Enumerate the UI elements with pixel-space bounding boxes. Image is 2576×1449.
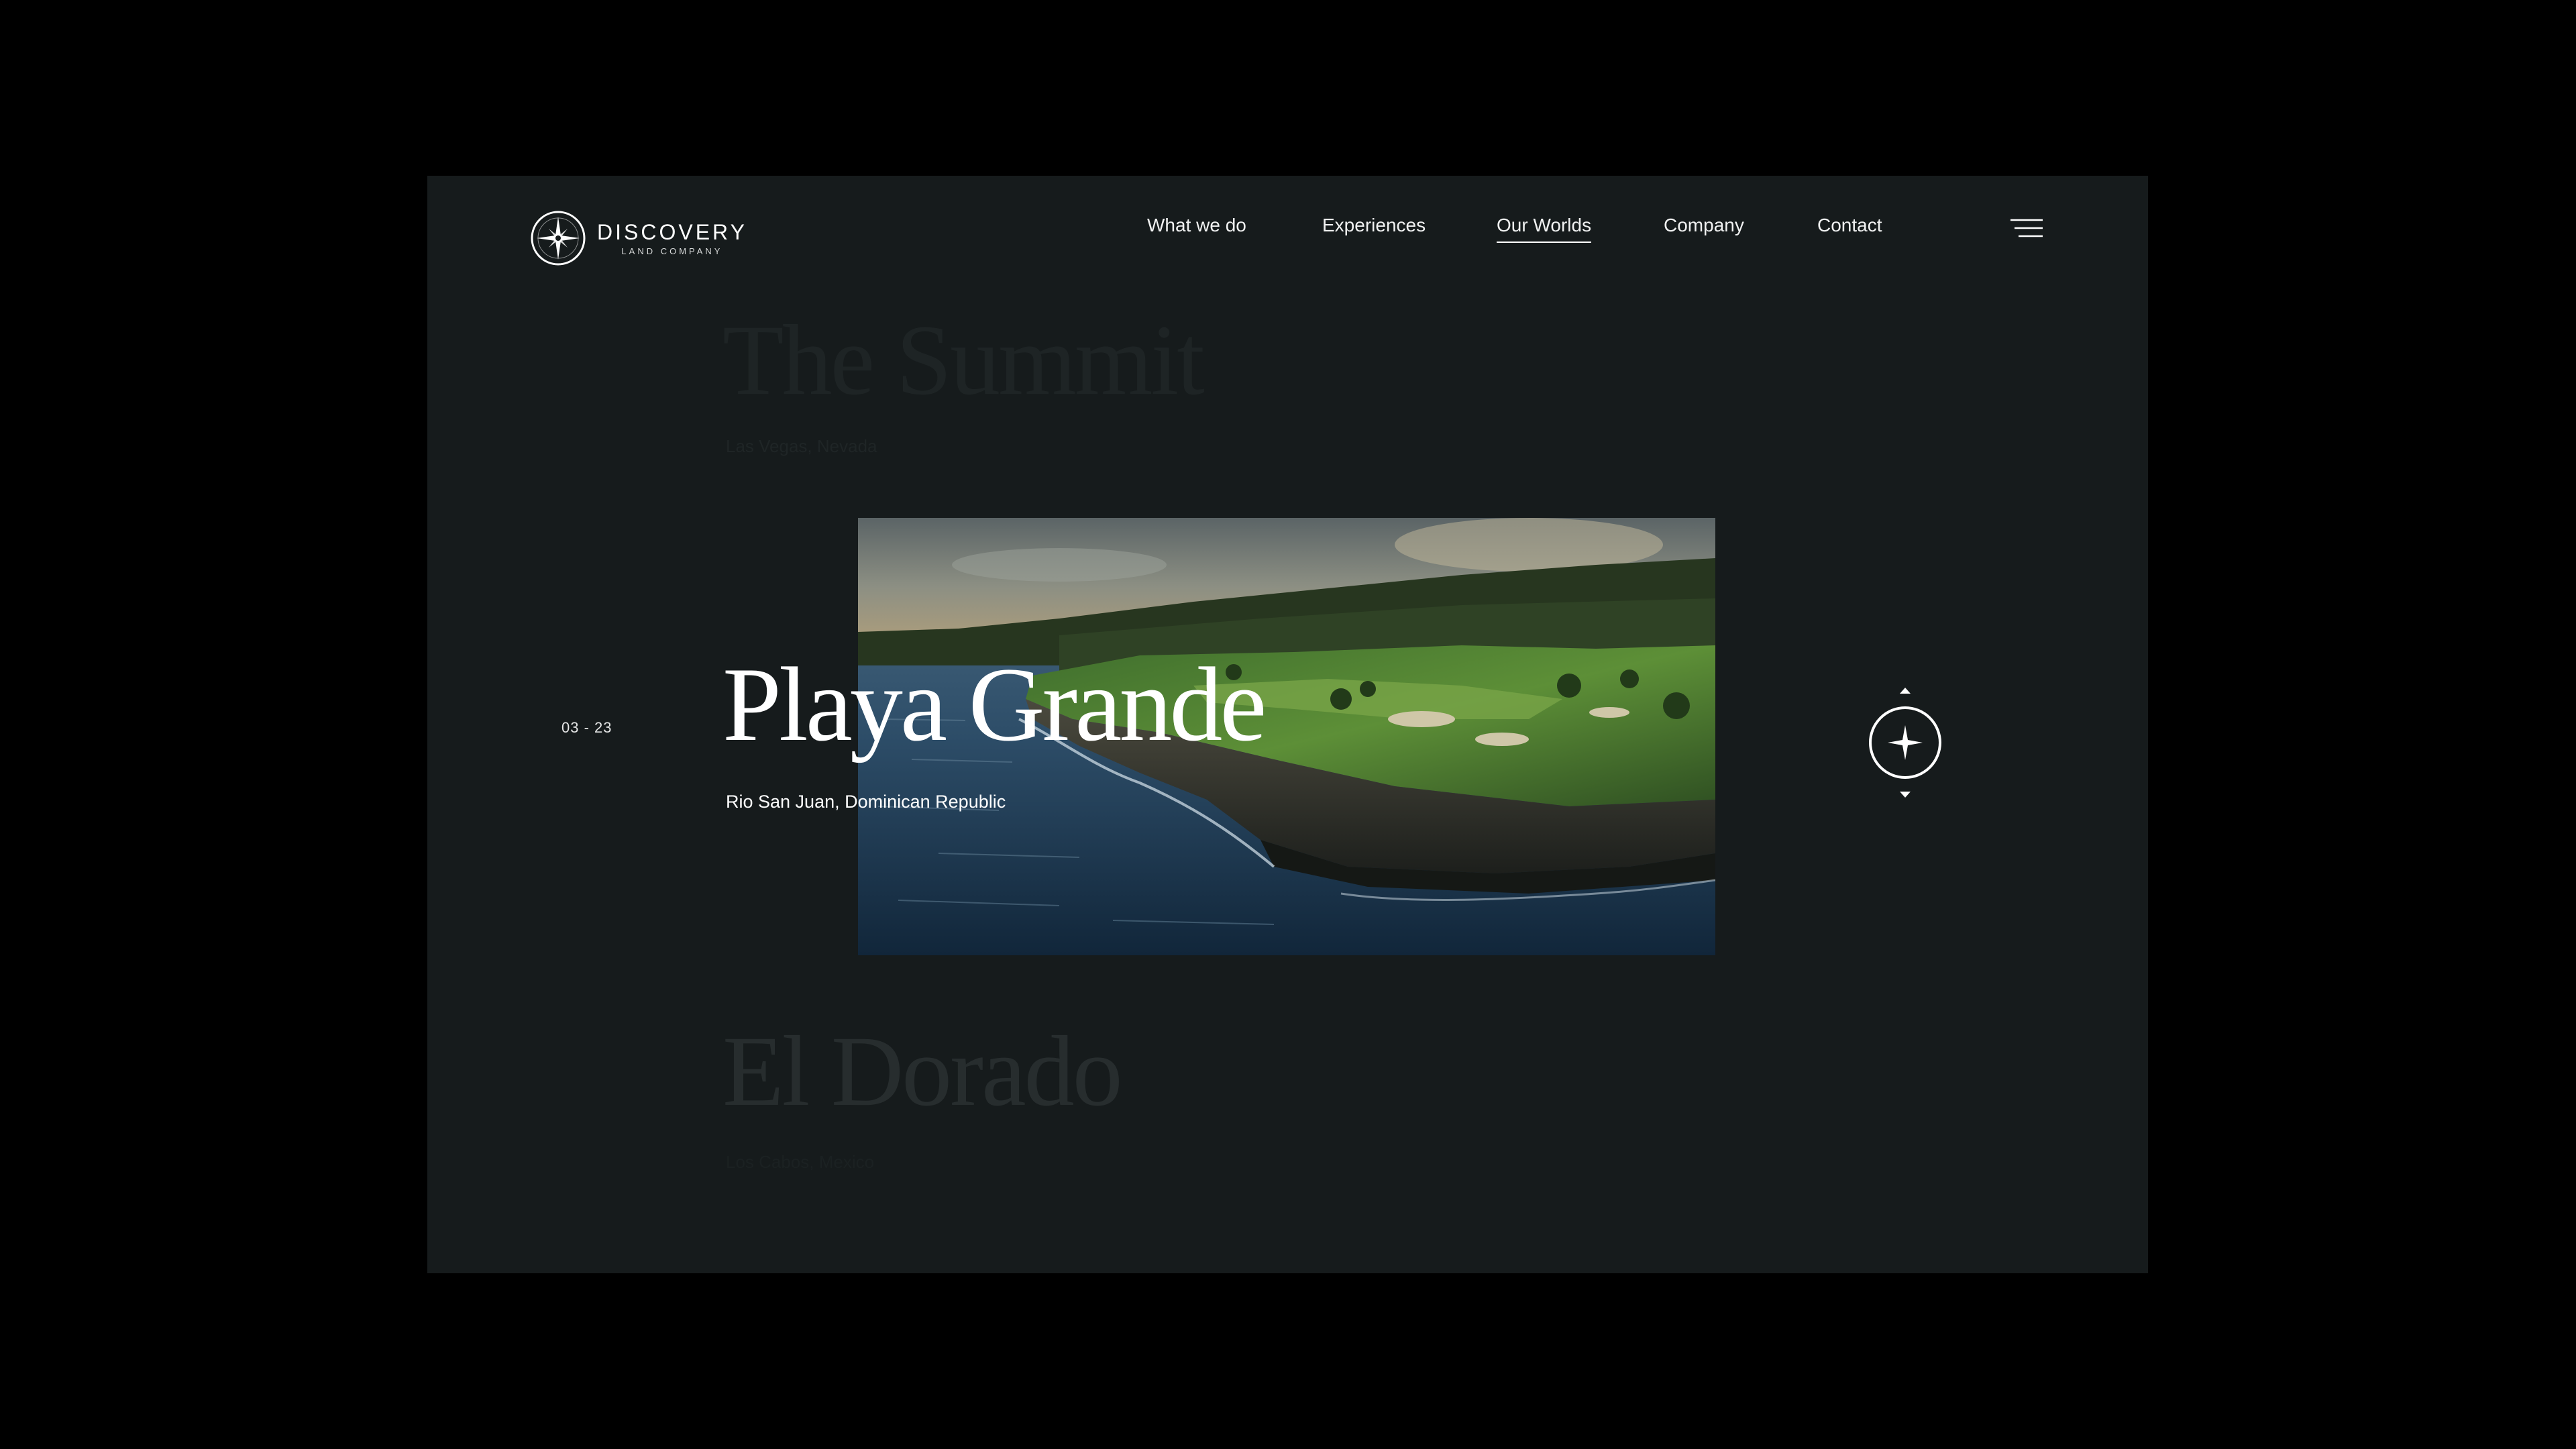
brand-name: DISCOVERY — [597, 219, 747, 244]
nav-item-what-we-do[interactable]: What we do — [1147, 216, 1246, 235]
nav-item-our-worlds[interactable]: Our Worlds — [1497, 216, 1592, 243]
next-world-title[interactable]: El Dorado — [722, 1021, 1123, 1122]
nav-item-experiences[interactable]: Experiences — [1322, 216, 1426, 235]
caret-down-icon[interactable] — [1900, 792, 1911, 798]
page-frame: DISCOVERY LAND COMPANY What we do Experi… — [427, 176, 2148, 1273]
next-world-location: Los Cabos, Mexico — [726, 1152, 875, 1172]
previous-world-title[interactable]: The Summit — [722, 310, 1205, 411]
hamburger-menu-icon[interactable] — [2010, 216, 2043, 240]
nav-item-company[interactable]: Company — [1664, 216, 1744, 235]
compass-scroll-icon[interactable] — [1863, 686, 1947, 800]
caret-up-icon[interactable] — [1900, 688, 1911, 694]
nav-item-contact[interactable]: Contact — [1817, 216, 1882, 235]
current-world-title[interactable]: Playa Grande — [722, 652, 1267, 758]
brand-subtitle: LAND COMPANY — [621, 246, 723, 256]
previous-world-location: Las Vegas, Nevada — [726, 436, 877, 456]
compass-star-icon — [531, 211, 586, 266]
world-counter: 03 - 23 — [561, 719, 612, 736]
brand-logo[interactable]: DISCOVERY LAND COMPANY — [530, 209, 747, 267]
current-world-location: Rio San Juan, Dominican Republic — [726, 792, 1006, 812]
